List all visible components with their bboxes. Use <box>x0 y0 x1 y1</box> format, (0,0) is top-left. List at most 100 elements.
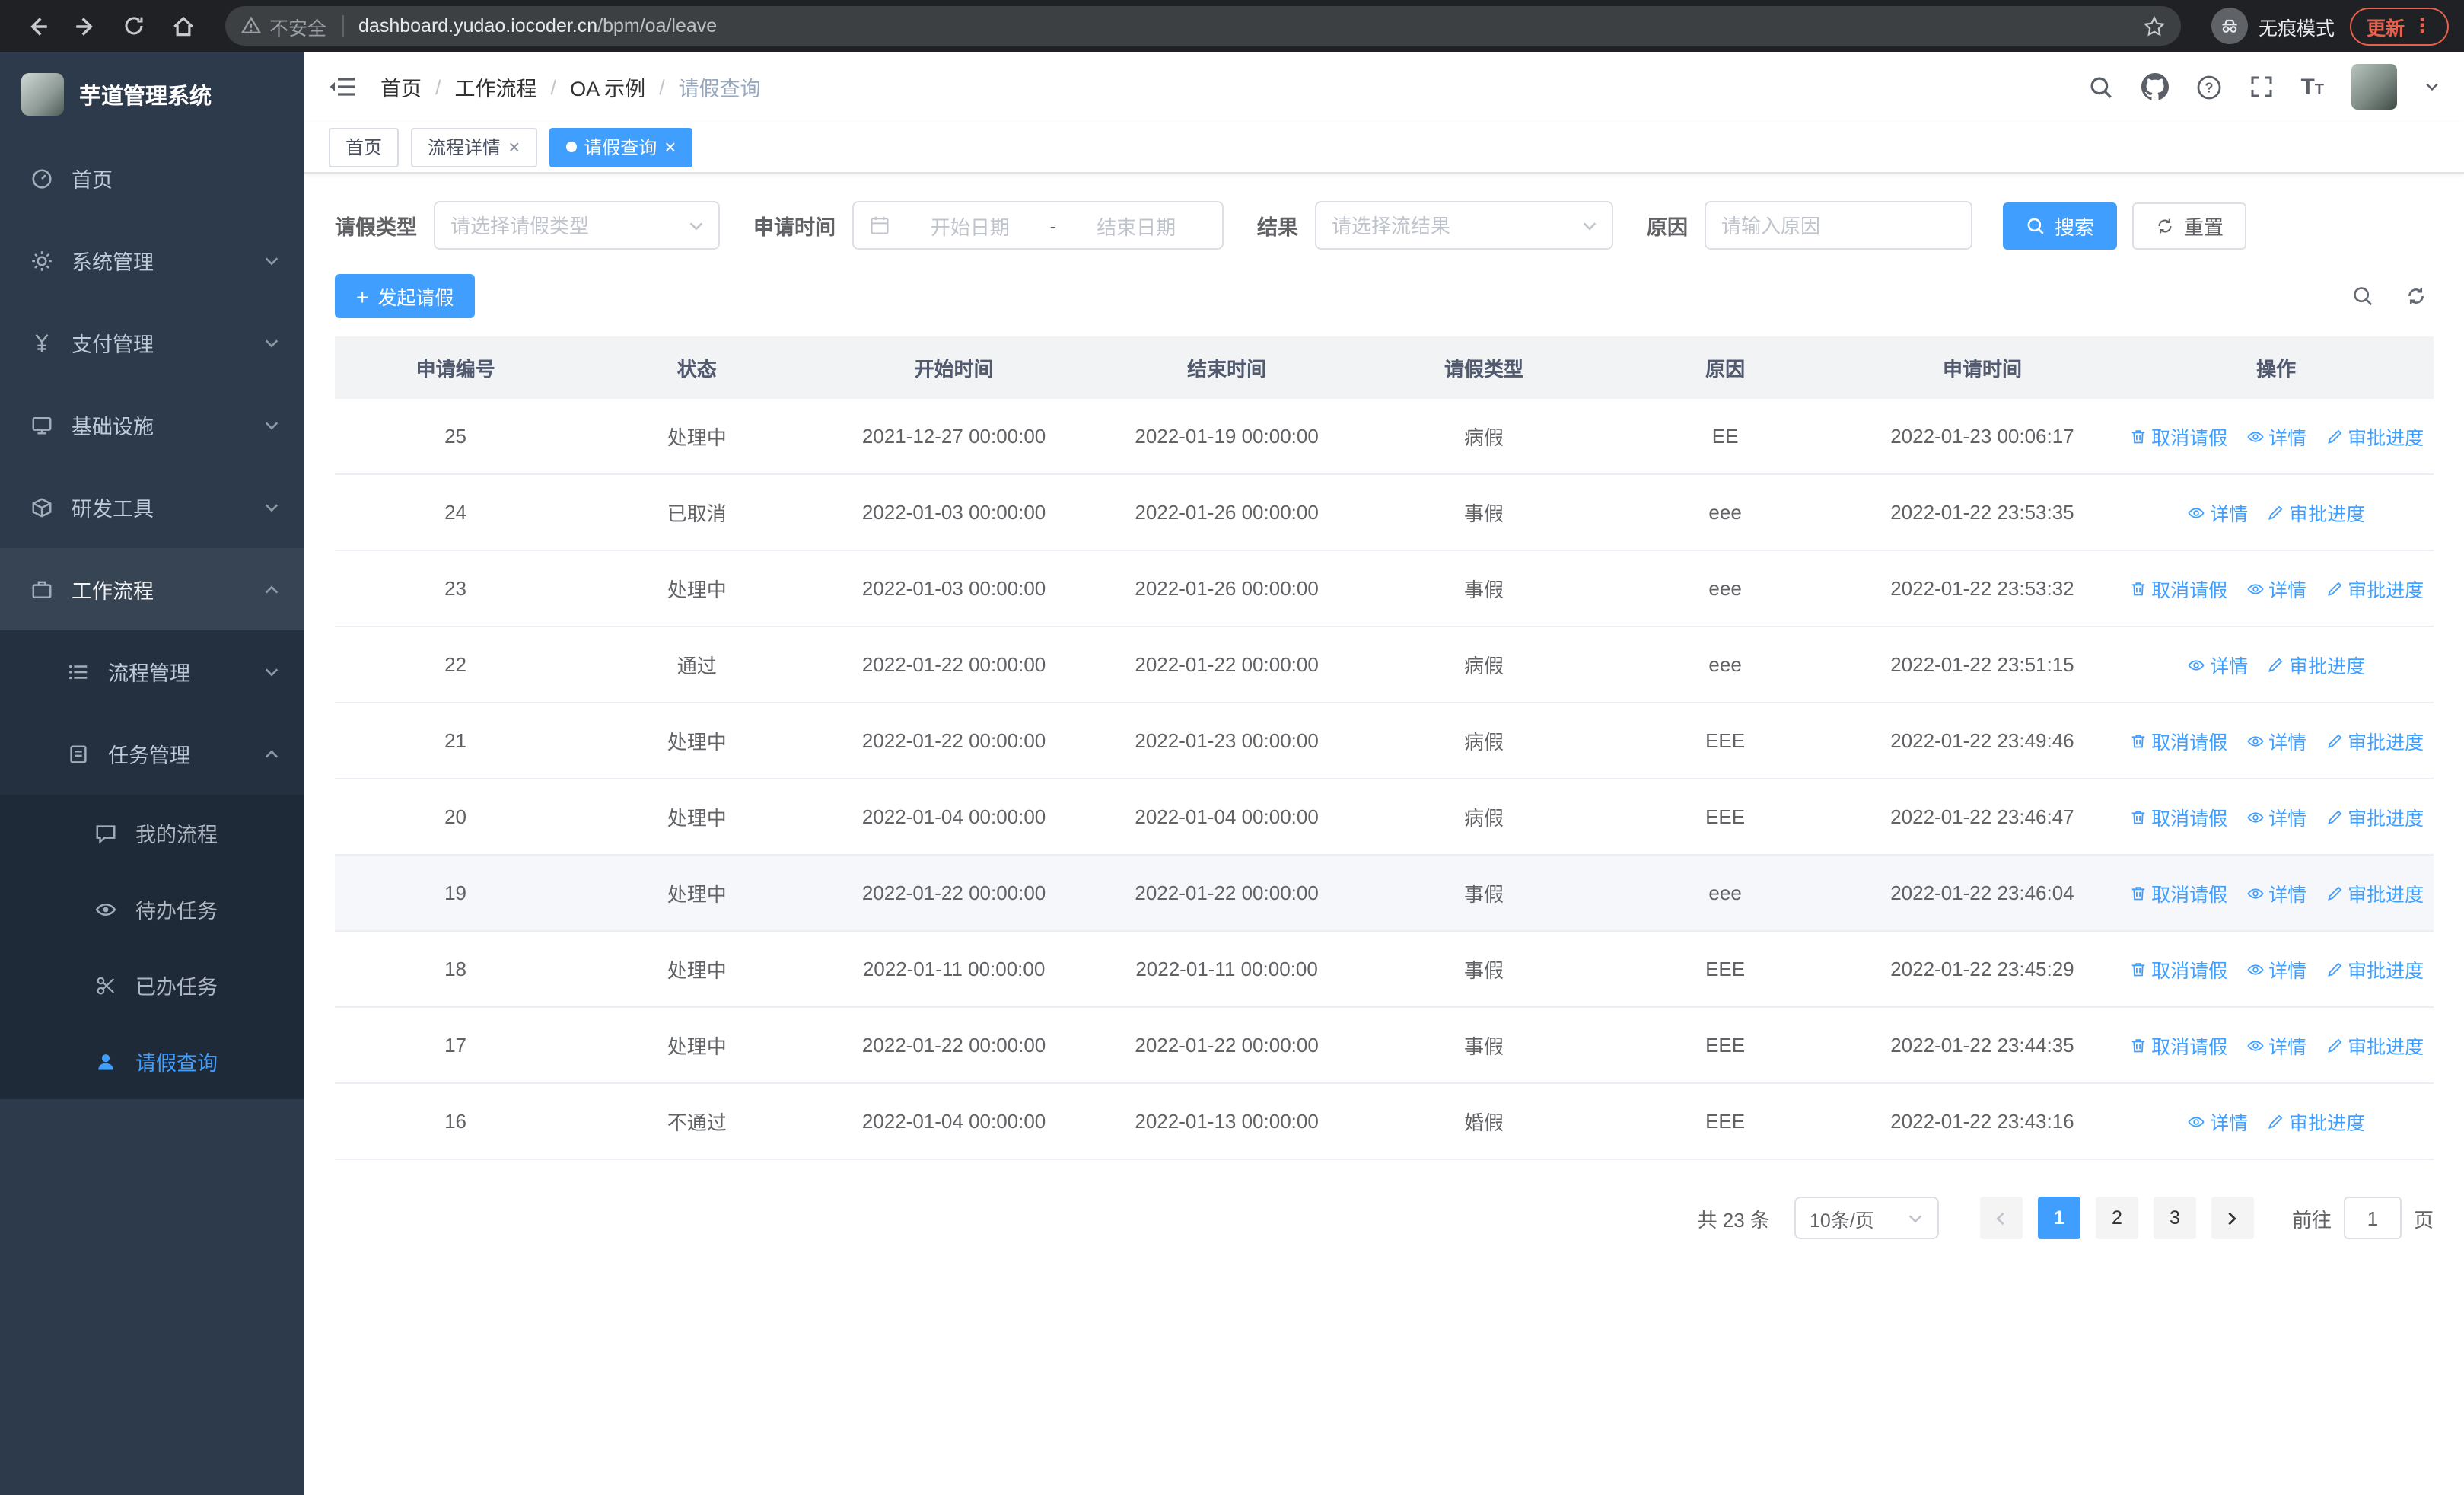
cell-reason: EE <box>1604 399 1846 475</box>
infrastructure-icon <box>32 416 52 434</box>
browser-menu-update-button[interactable]: 更新 ⋮ <box>2349 7 2449 45</box>
approval-progress-link[interactable]: 审批进度 <box>2325 422 2424 451</box>
cell-apply-time: 2022-01-22 23:53:35 <box>1845 474 2119 551</box>
detail-link[interactable]: 详情 <box>2246 726 2306 755</box>
chevron-down-icon <box>265 668 279 676</box>
page-button-1[interactable]: 1 <box>2037 1197 2080 1239</box>
goto-page-input[interactable] <box>2343 1197 2402 1239</box>
security-chip[interactable]: 不安全 <box>240 11 326 40</box>
reason-input[interactable] <box>1706 202 1971 248</box>
sidebar-item-home[interactable]: 首页 <box>0 137 304 219</box>
cancel-leave-link[interactable]: 取消请假 <box>2128 574 2227 603</box>
sidebar-item-workflow[interactable]: 工作流程 <box>0 548 304 630</box>
sidebar-item-done-tasks[interactable]: 已办任务 <box>0 947 304 1023</box>
detail-link[interactable]: 详情 <box>2246 878 2306 907</box>
detail-link[interactable]: 详情 <box>2187 498 2248 527</box>
cancel-leave-link[interactable]: 取消请假 <box>2128 878 2227 907</box>
cancel-leave-link[interactable]: 取消请假 <box>2128 802 2227 831</box>
search-button[interactable]: 搜索 <box>2003 202 2118 249</box>
page-button-2[interactable]: 2 <box>2095 1197 2138 1239</box>
tag-leave-query[interactable]: 请假查询 × <box>549 127 693 167</box>
end-date-placeholder[interactable]: 结束日期 <box>1065 211 1207 240</box>
github-icon[interactable] <box>2141 73 2169 100</box>
active-dot <box>565 142 577 152</box>
sidebar-item-system[interactable]: 系统管理 <box>0 219 304 301</box>
approval-progress-link[interactable]: 审批进度 <box>2325 955 2424 983</box>
workflow-icon <box>32 580 52 598</box>
filter-form: 请假类型 申请时间 开始日期 - 结束日期 结果 <box>335 201 2434 250</box>
bookmark-star-icon[interactable] <box>2143 14 2166 37</box>
leave-type-input[interactable] <box>435 202 688 248</box>
approval-progress-link[interactable]: 审批进度 <box>2325 726 2424 755</box>
breadcrumb-item[interactable]: 工作流程 <box>455 72 537 102</box>
result-select[interactable] <box>1315 201 1613 250</box>
col-reason: 原因 <box>1604 336 1846 399</box>
leave-type-select[interactable] <box>434 201 720 250</box>
cell-reason: eee <box>1604 474 1846 551</box>
forward-button[interactable] <box>64 5 107 47</box>
payment-icon <box>35 333 49 352</box>
toggle-search-icon[interactable] <box>2351 285 2374 308</box>
create-leave-button[interactable]: + 发起请假 <box>335 274 476 318</box>
close-icon[interactable]: × <box>508 135 520 158</box>
detail-link[interactable]: 详情 <box>2187 1107 2248 1136</box>
approval-progress-link[interactable]: 审批进度 <box>2266 498 2365 527</box>
approval-progress-link[interactable]: 审批进度 <box>2325 1031 2424 1060</box>
detail-link[interactable]: 详情 <box>2246 574 2306 603</box>
sidebar-collapse-icon[interactable] <box>329 73 356 100</box>
cancel-leave-link[interactable]: 取消请假 <box>2128 726 2227 755</box>
next-page-button[interactable] <box>2211 1197 2254 1239</box>
prev-page-button[interactable] <box>1979 1197 2023 1239</box>
detail-link[interactable]: 详情 <box>2187 650 2248 679</box>
apply-time-range-picker[interactable]: 开始日期 - 结束日期 <box>852 201 1224 250</box>
reason-field[interactable] <box>1705 201 1972 250</box>
breadcrumb-item[interactable]: 首页 <box>380 72 422 102</box>
breadcrumb-item[interactable]: OA 示例 <box>570 72 645 102</box>
cell-actions: 详情 审批进度 <box>2119 474 2434 551</box>
font-size-icon[interactable]: TT <box>2300 74 2324 100</box>
sidebar-item-payment[interactable]: 支付管理 <box>0 301 304 384</box>
task-management-submenu: 我的流程 待办任务 已办任务 请假查询 <box>0 795 304 1099</box>
cell-actions: 取消请假 详情 审批进度 <box>2119 931 2434 1008</box>
approval-progress-link[interactable]: 审批进度 <box>2266 1107 2365 1136</box>
page-button-3[interactable]: 3 <box>2153 1197 2196 1239</box>
avatar[interactable] <box>2351 64 2397 110</box>
tag-home[interactable]: 首页 <box>329 127 400 167</box>
sidebar-item-infrastructure[interactable]: 基础设施 <box>0 384 304 466</box>
start-date-placeholder[interactable]: 开始日期 <box>899 211 1041 240</box>
detail-link[interactable]: 详情 <box>2246 422 2306 451</box>
sidebar-item-process-management[interactable]: 流程管理 <box>0 630 304 712</box>
page-size-select[interactable]: 10条/页 <box>1794 1197 1939 1239</box>
detail-link[interactable]: 详情 <box>2246 955 2306 983</box>
reload-button[interactable] <box>113 5 155 47</box>
detail-link[interactable]: 详情 <box>2246 802 2306 831</box>
home-button[interactable] <box>161 5 204 47</box>
cell-end-time: 2022-01-22 00:00:00 <box>1090 626 1364 703</box>
cell-apply-time: 2022-01-23 00:06:17 <box>1845 399 2119 475</box>
detail-link[interactable]: 详情 <box>2246 1031 2306 1060</box>
help-icon[interactable]: ? <box>2195 74 2221 100</box>
fullscreen-icon[interactable] <box>2249 75 2273 99</box>
approval-progress-link[interactable]: 审批进度 <box>2266 650 2365 679</box>
address-bar[interactable]: 不安全 dashboard.yudao.iocoder.cn/bpm/oa/le… <box>225 6 2181 46</box>
approval-progress-link[interactable]: 审批进度 <box>2325 878 2424 907</box>
cancel-leave-link[interactable]: 取消请假 <box>2128 422 2227 451</box>
sidebar-item-task-management[interactable]: 任务管理 <box>0 712 304 795</box>
chevron-down-icon[interactable] <box>2424 79 2440 94</box>
sidebar-item-devtools[interactable]: 研发工具 <box>0 466 304 548</box>
refresh-table-icon[interactable] <box>2405 285 2427 308</box>
approval-progress-link[interactable]: 审批进度 <box>2325 574 2424 603</box>
reset-button[interactable]: 重置 <box>2132 202 2247 249</box>
tag-process-detail[interactable]: 流程详情 × <box>411 127 537 167</box>
sidebar-item-label: 首页 <box>72 169 113 192</box>
result-input[interactable] <box>1316 202 1581 248</box>
sidebar-item-my-process[interactable]: 我的流程 <box>0 795 304 871</box>
back-button[interactable] <box>15 5 58 47</box>
search-icon[interactable] <box>2087 74 2113 100</box>
sidebar-item-leave-query[interactable]: 请假查询 <box>0 1023 304 1099</box>
sidebar-item-todo-tasks[interactable]: 待办任务 <box>0 871 304 947</box>
cancel-leave-link[interactable]: 取消请假 <box>2128 1031 2227 1060</box>
close-icon[interactable]: × <box>664 135 676 158</box>
cancel-leave-link[interactable]: 取消请假 <box>2128 955 2227 983</box>
approval-progress-link[interactable]: 审批进度 <box>2325 802 2424 831</box>
